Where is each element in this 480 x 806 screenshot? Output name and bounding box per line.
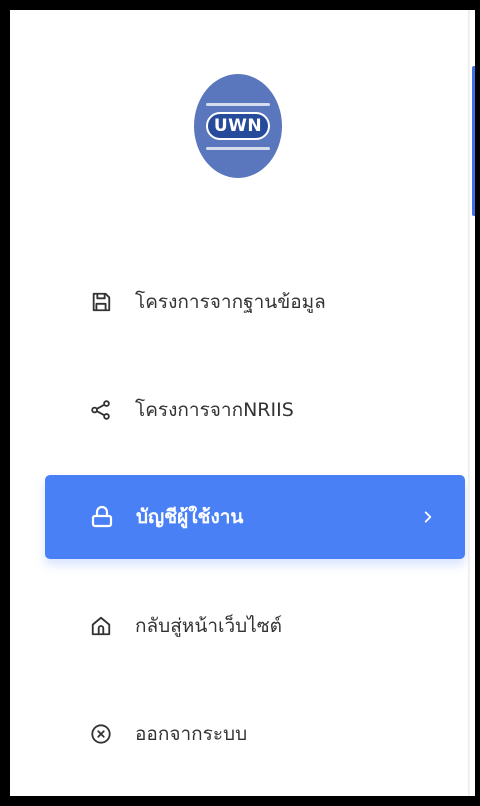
save-icon xyxy=(89,290,113,314)
content-edge-divider xyxy=(468,10,470,796)
menu-item-logout[interactable]: ออกจากระบบ xyxy=(44,692,464,776)
lock-icon xyxy=(90,505,114,529)
menu-item-label: โครงการจากฐานข้อมูล xyxy=(135,291,326,313)
logo-top-text-line xyxy=(206,103,270,106)
logo-wordmark: UWN xyxy=(206,112,270,140)
sidebar: UWN โครงการจากฐานข้อมูล โครงการจากNRIIS … xyxy=(10,10,470,796)
menu-item-back-to-website[interactable]: กลับสู่หน้าเว็บไซต์ xyxy=(44,584,464,668)
content-edge-accent xyxy=(472,66,475,216)
close-circle-icon xyxy=(89,722,113,746)
menu-item-label: บัญชีผู้ใช้งาน xyxy=(136,506,244,528)
logo-badge: UWN xyxy=(194,74,282,178)
menu-item-label: ออกจากระบบ xyxy=(135,723,248,745)
logo-bottom-text-line xyxy=(206,147,270,150)
home-icon xyxy=(89,614,113,638)
menu-item-label: โครงการจากNRIIS xyxy=(135,399,294,421)
chevron-right-icon xyxy=(421,510,435,524)
menu-item-database-projects[interactable]: โครงการจากฐานข้อมูล xyxy=(44,260,464,344)
site-logo[interactable]: UWN xyxy=(194,74,282,178)
share-icon xyxy=(89,398,113,422)
menu-item-nriis-projects[interactable]: โครงการจากNRIIS xyxy=(44,368,464,452)
menu-item-user-account[interactable]: บัญชีผู้ใช้งาน xyxy=(45,475,465,559)
menu-item-label: กลับสู่หน้าเว็บไซต์ xyxy=(135,615,282,637)
